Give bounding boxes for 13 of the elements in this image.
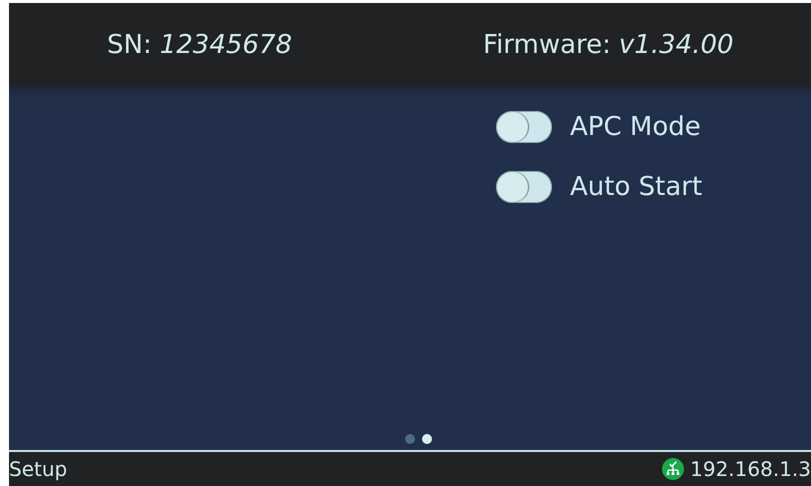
page-dot[interactable] bbox=[404, 434, 414, 444]
page-dot[interactable] bbox=[422, 434, 432, 444]
setting-label: APC Mode bbox=[570, 112, 701, 142]
firmware-version: v1.34.00 bbox=[618, 30, 734, 60]
firmware-label: Firmware: bbox=[483, 30, 611, 60]
ip-address: 192.168.1.3 bbox=[690, 457, 811, 481]
network-icon bbox=[662, 458, 684, 480]
serial-label: SN: bbox=[107, 30, 152, 60]
serial-number: 12345678 bbox=[160, 30, 292, 60]
toggle-switch[interactable] bbox=[496, 171, 552, 203]
screen-name: Setup bbox=[9, 457, 68, 481]
toggle-switch[interactable] bbox=[496, 111, 552, 143]
setting-label: Auto Start bbox=[570, 172, 702, 202]
